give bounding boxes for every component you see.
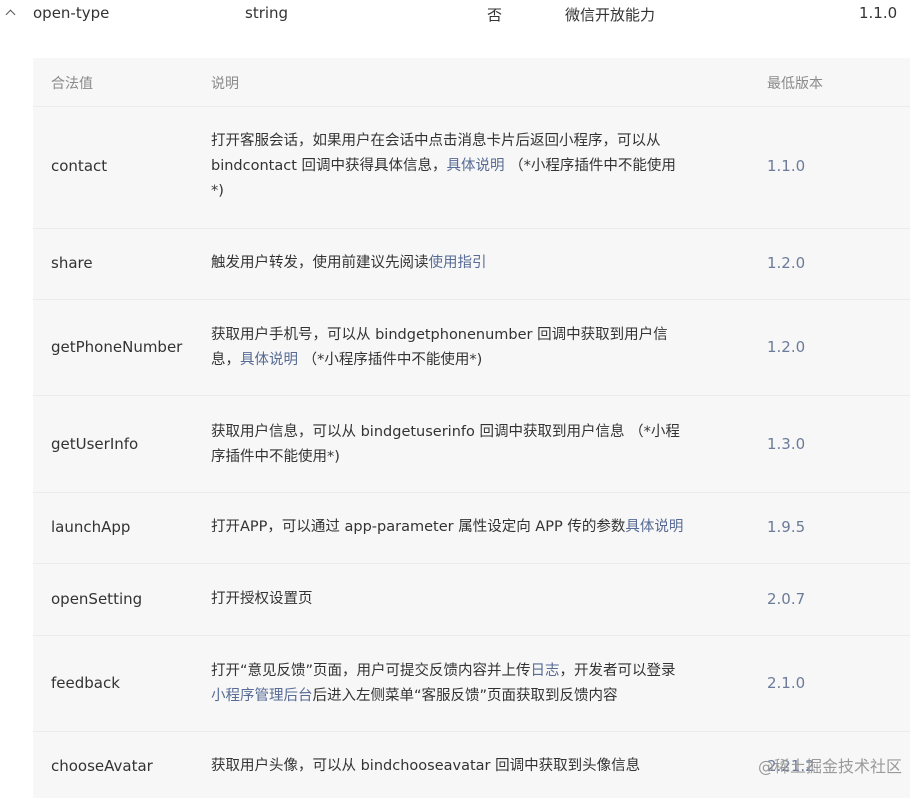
chevron-up-icon[interactable] [5, 9, 16, 20]
description-line: 小程序管理后台后进入左侧菜单“客服反馈”页面获取到反馈内容 [211, 684, 731, 709]
description-line: 打开客服会话，如果用户在会话中点击消息卡片后返回小程序，可以从 [211, 133, 661, 149]
version-cell: 1.2.0 [767, 254, 806, 272]
table-row-share: share 触发用户转发，使用前建议先阅读使用指引 1.2.0 [33, 228, 910, 300]
version-cell: 1.3.0 [767, 435, 806, 453]
header-value: 合法值 [51, 76, 93, 92]
description-line: 获取用户信息，可以从 bindgetuserinfo 回调中获取到用户信息 （*… [211, 424, 680, 440]
description-text: 触发用户转发，使用前建议先阅读 [211, 255, 429, 271]
description-text: （*小程序插件中不能使用 [504, 158, 676, 174]
open-type-values-table: 合法值 说明 最低版本 contact 打开客服会话，如果用户在会话中点击消息卡… [33, 58, 910, 798]
description-cell: 获取用户手机号，可以从 bindgetphonenumber 回调中获取到用户信… [211, 323, 731, 373]
value-cell: getPhoneNumber [51, 338, 183, 356]
attribute-description: 微信开放能力 [565, 6, 656, 24]
version-cell: 1.2.0 [767, 338, 806, 356]
description-text: （*小程序插件中不能使用*) [298, 352, 483, 368]
value-cell: feedback [51, 674, 120, 692]
description-line: 息，具体说明 （*小程序插件中不能使用*) [211, 348, 731, 373]
description-text: 息， [211, 352, 240, 368]
watermark: @稀土掘金技术社区 [757, 757, 902, 776]
table-row-feedback: feedback 打开“意见反馈”页面，用户可提交反馈内容并上传日志，开发者可以… [33, 635, 910, 732]
value-cell: chooseAvatar [51, 757, 153, 775]
admin-console-link[interactable]: 小程序管理后台 [211, 688, 313, 704]
description-line: 打开“意见反馈”页面，用户可提交反馈内容并上传日志，开发者可以登录 [211, 659, 731, 684]
version-cell: 1.9.5 [767, 518, 806, 536]
table-row-getuserinfo: getUserInfo 获取用户信息，可以从 bindgetuserinfo 回… [33, 395, 910, 493]
value-cell: launchApp [51, 518, 131, 536]
description-cell: 获取用户信息，可以从 bindgetuserinfo 回调中获取到用户信息 （*… [211, 420, 731, 470]
value-cell: getUserInfo [51, 435, 139, 453]
attribute-row: open-type string 否 微信开放能力 1.1.0 [0, 0, 910, 30]
description-cell: 获取用户头像，可以从 bindchooseavatar 回调中获取到头像信息 [211, 758, 641, 774]
header-min-version: 最低版本 [767, 76, 823, 92]
guide-link[interactable]: 使用指引 [429, 255, 487, 271]
description-cell: 打开客服会话，如果用户在会话中点击消息卡片后返回小程序，可以从 bindcont… [211, 129, 731, 204]
attribute-version: 1.1.0 [859, 4, 898, 22]
description-cell: 触发用户转发，使用前建议先阅读使用指引 [211, 251, 731, 276]
description-line: *) [211, 183, 224, 199]
log-link[interactable]: 日志 [531, 663, 560, 679]
attribute-required: 否 [487, 6, 503, 24]
version-cell: 2.0.7 [767, 590, 806, 608]
attribute-name: open-type [33, 4, 110, 22]
description-text: 打开APP，可以通过 app-parameter 属性设定向 APP 传的参数 [211, 519, 626, 535]
value-cell: contact [51, 157, 108, 175]
table-row-opensetting: openSetting 打开授权设置页 2.0.7 [33, 563, 910, 636]
description-cell: 打开授权设置页 [211, 591, 313, 607]
description-text: 后进入左侧菜单“客服反馈”页面获取到反馈内容 [312, 688, 618, 704]
detail-link[interactable]: 具体说明 [240, 352, 298, 368]
header-description: 说明 [211, 76, 239, 92]
detail-link[interactable]: 具体说明 [625, 519, 683, 535]
detail-link[interactable]: 具体说明 [447, 158, 505, 174]
description-cell: 打开APP，可以通过 app-parameter 属性设定向 APP 传的参数具… [211, 515, 731, 540]
description-cell: 打开“意见反馈”页面，用户可提交反馈内容并上传日志，开发者可以登录 小程序管理后… [211, 659, 731, 709]
description-text: bindcontact 回调中获得具体信息， [211, 158, 447, 174]
value-cell: openSetting [51, 590, 143, 608]
version-cell: 1.1.0 [767, 157, 806, 175]
table-header: 合法值 说明 最低版本 [33, 58, 910, 106]
table-row-contact: contact 打开客服会话，如果用户在会话中点击消息卡片后返回小程序，可以从 … [33, 106, 910, 229]
version-cell: 2.1.0 [767, 674, 806, 692]
description-line: 序插件中不能使用*) [211, 449, 340, 465]
table-row-getphonenumber: getPhoneNumber 获取用户手机号，可以从 bindgetphonen… [33, 299, 910, 396]
table-row-launchapp: launchApp 打开APP，可以通过 app-parameter 属性设定向… [33, 492, 910, 564]
description-text: 打开“意见反馈”页面，用户可提交反馈内容并上传 [211, 663, 531, 679]
description-line: 获取用户手机号，可以从 bindgetphonenumber 回调中获取到用户信 [211, 327, 668, 343]
attribute-type: string [245, 4, 289, 22]
value-cell: share [51, 254, 93, 272]
description-line: bindcontact 回调中获得具体信息，具体说明 （*小程序插件中不能使用 [211, 154, 731, 179]
description-text: ，开发者可以登录 [559, 663, 676, 679]
